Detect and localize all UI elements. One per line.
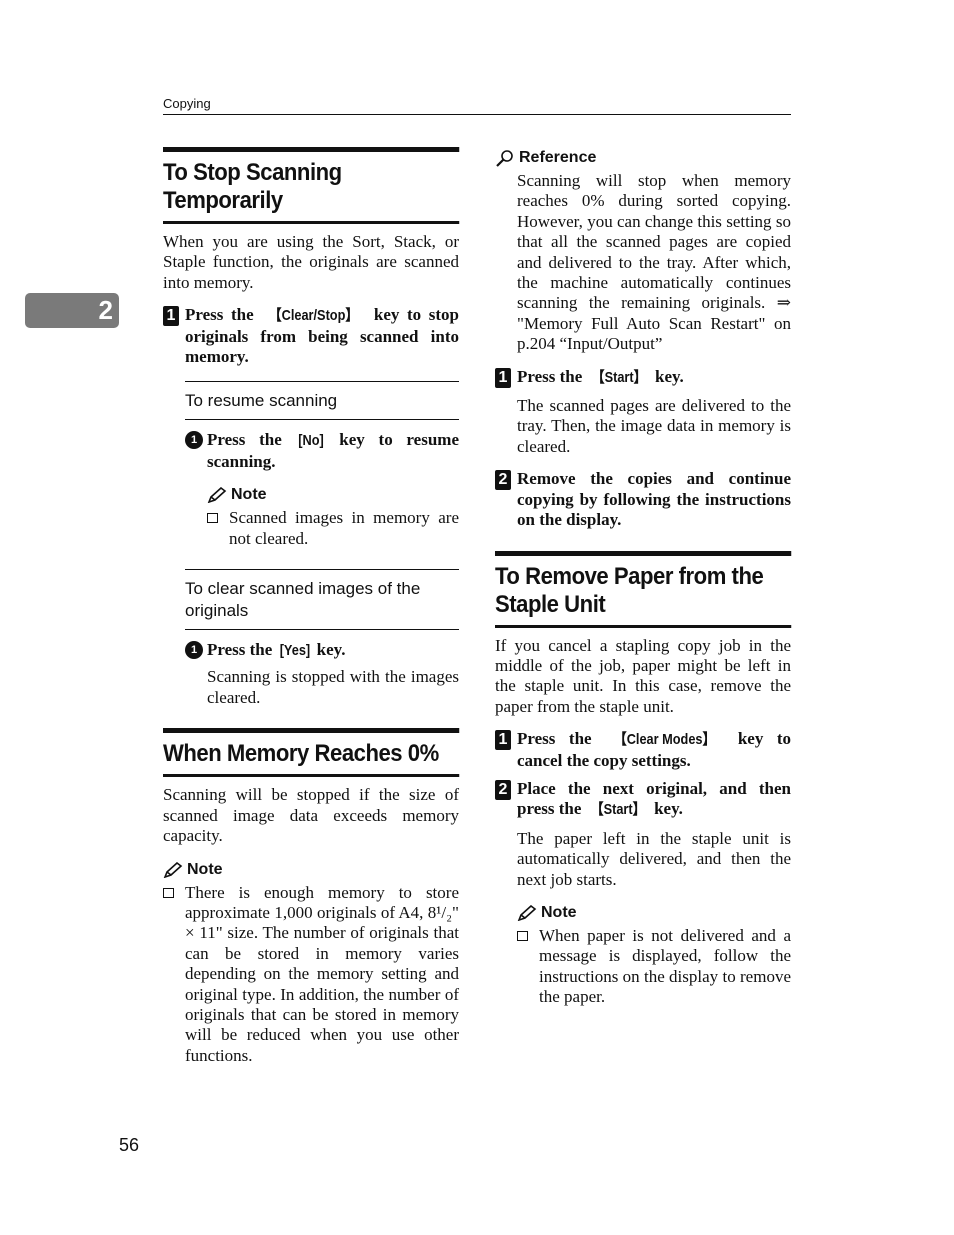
subsection-clear-scanned: To clear scanned images of the originals [185, 569, 459, 631]
note-item: There is enough memory to store approxim… [163, 883, 459, 1067]
step-result: The scanned pages are delivered to the t… [517, 396, 791, 456]
reference-text: Scanning will stop when memory reaches 0… [517, 171, 791, 354]
note-heading: Note [163, 861, 459, 879]
step-text-pre: Press the [517, 366, 587, 386]
step-text: Place the next original, and then press … [517, 779, 791, 821]
step-text: Remove the copies and continue copying b… [517, 469, 791, 530]
step-text-pre: Press the [185, 305, 262, 325]
circle-number-icon: 1 [185, 431, 203, 450]
key-label: 【Clear Modes】 [614, 731, 716, 749]
note-item: When paper is not delivered and a messag… [517, 926, 791, 1008]
key-label: 【Clear/Stop】 [269, 307, 359, 325]
key-label: [No] [297, 432, 324, 450]
substep-text: Press the [Yes] key. [207, 640, 459, 661]
note-label: Note [187, 860, 223, 878]
memory-intro: Scanning will be stopped if the size of … [163, 785, 459, 846]
staple-intro: If you cancel a stapling copy job in the… [495, 635, 791, 716]
note-text: When paper is not delivered and a messag… [539, 925, 791, 1007]
substep-pre: Press the [207, 640, 277, 660]
step-1: 1 Press the 【Clear Modes】 key to cancel … [495, 729, 791, 771]
chapter-tab: 2 [25, 293, 119, 328]
note-heading: Note [517, 904, 791, 922]
note-text: There is enough memory to store approxim… [185, 882, 459, 1065]
key-label: [Yes] [279, 642, 310, 660]
checkbox-bullet-icon [517, 930, 528, 941]
left-column: To Stop Scanning Temporarily When you ar… [163, 147, 460, 1067]
note-heading: Note [207, 486, 459, 504]
pencil-icon [163, 861, 183, 878]
step-number-icon: 1 [163, 306, 179, 327]
right-column: Reference Scanning will stop when memory… [495, 147, 792, 1008]
intro-text: When you are using the Sort, Stack, or S… [163, 232, 459, 292]
step-2: 2 Remove the copies and continue copying… [495, 469, 791, 530]
substep-text: Press the [No] key to resume scanning. [207, 430, 459, 472]
step-text-post: key. [649, 799, 683, 819]
key-label: 【Start】 [590, 801, 646, 819]
step-2: 2 Place the next original, and then pres… [495, 779, 791, 821]
circle-number-icon: 1 [185, 641, 203, 660]
page-number: 56 [119, 1135, 140, 1155]
magnifier-icon [496, 150, 513, 167]
step-1: 1 Press the 【Clear/Stop】 key to stop ori… [163, 305, 459, 367]
step-text-post: key. [650, 366, 684, 386]
reference-heading: Reference [495, 149, 791, 167]
substep-1: 1 Press the [Yes] key. [185, 640, 459, 661]
reference-label: Reference [519, 149, 597, 166]
running-head: Copying [163, 96, 791, 115]
section-title-stop-scanning: To Stop Scanning Temporarily [163, 147, 460, 224]
substep-pre: Press the [207, 430, 296, 450]
step-result: The paper left in the staple unit is aut… [517, 828, 791, 889]
step-text: Press the 【Clear/Stop】 key to stop origi… [185, 305, 459, 367]
section-title-staple: To Remove Paper from the Staple Unit [495, 550, 792, 628]
step-text-pre: Press the [517, 729, 606, 749]
step-number-icon: 2 [495, 779, 511, 800]
substep-post: key. [312, 640, 346, 660]
step-1: 1 Press the 【Start】 key. [495, 367, 791, 388]
checkbox-bullet-icon [207, 513, 218, 524]
step-text: Press the 【Clear Modes】 key to cancel th… [517, 729, 791, 771]
step-number-icon: 2 [495, 470, 511, 491]
note-item: Scanned images in memory are not cleared… [207, 508, 459, 549]
substep-1: 1 Press the [No] key to resume scanning. [185, 430, 459, 472]
pencil-icon [207, 487, 227, 504]
note-text: Scanned images in memory are not cleared… [229, 508, 459, 548]
substep-result: Scanning is stopped with the images clea… [207, 667, 459, 707]
pencil-icon [517, 904, 537, 921]
key-label: 【Start】 [591, 368, 646, 386]
subsection-resume-scanning: To resume scanning [185, 381, 459, 421]
step-number-icon: 1 [495, 730, 511, 751]
step-number-icon: 1 [495, 367, 511, 388]
section-title-memory: When Memory Reaches 0% [163, 728, 460, 778]
note-label: Note [231, 486, 267, 504]
checkbox-bullet-icon [163, 887, 174, 898]
note-label: Note [541, 903, 577, 921]
step-text: Press the 【Start】 key. [517, 367, 791, 388]
